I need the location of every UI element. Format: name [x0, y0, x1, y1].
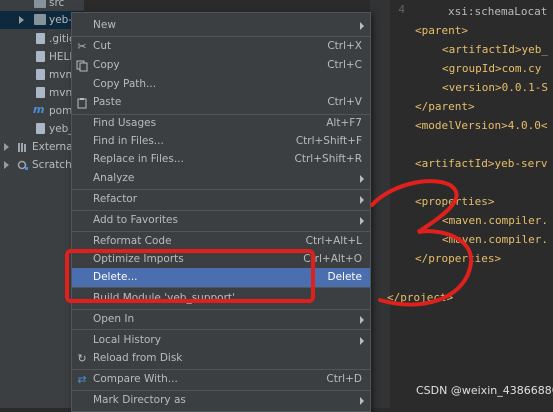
code-line: <version>0.0.1-S — [442, 81, 548, 94]
code-line: </parent> — [415, 100, 475, 113]
scratch-icon — [17, 159, 29, 170]
reload-icon: ↻ — [77, 352, 87, 365]
paste-icon — [76, 97, 88, 109]
menu-item-reformat-code[interactable]: Reformat Code Ctrl+Alt+L — [72, 232, 370, 251]
folder-icon — [34, 14, 46, 25]
code-line: </project> — [387, 291, 454, 304]
code-line: <modelVersion>4.0.0< — [415, 119, 548, 132]
code-line: <maven.compiler. — [442, 233, 548, 246]
menu-item-replace-in-files[interactable]: Replace in Files... Ctrl+Shift+R — [72, 150, 370, 169]
menu-item-new[interactable]: New — [72, 16, 370, 35]
menu-item-local-history[interactable]: Local History — [72, 331, 370, 350]
menu-separator — [72, 287, 370, 288]
file-icon — [36, 123, 45, 134]
code-line: <properties> — [415, 195, 495, 208]
menu-item-compare-with[interactable]: ⇄ Compare With... Ctrl+D — [72, 370, 370, 389]
file-icon — [36, 33, 45, 44]
folder-icon — [34, 0, 46, 8]
code-line: <artifactId>yeb_ — [442, 43, 548, 56]
submenu-arrow-icon — [360, 337, 364, 345]
expand-arrow-icon[interactable] — [4, 143, 9, 151]
file-icon — [36, 51, 45, 62]
scissors-icon: ✂ — [77, 40, 87, 53]
menu-item-mark-directory-as[interactable]: Mark Directory as — [72, 391, 370, 410]
code-line: <groupId>com.cy — [442, 62, 542, 75]
menu-item-refactor[interactable]: Refactor — [72, 190, 370, 209]
file-icon — [36, 87, 45, 98]
code-line: <maven.compiler. — [442, 214, 548, 227]
editor-gutter — [370, 0, 390, 408]
copy-icon — [76, 60, 88, 72]
menu-item-copy-path[interactable]: Copy Path... — [72, 75, 370, 94]
watermark: CSDN @weixin_43866880 — [416, 384, 553, 397]
menu-item-find-in-files[interactable]: Find in Files... Ctrl+Shift+F — [72, 132, 370, 151]
code-line: xsi:schemaLocat — [448, 5, 548, 18]
menu-item-analyze[interactable]: Analyze — [72, 169, 370, 188]
file-icon — [36, 69, 45, 80]
maven-icon: m — [33, 103, 45, 116]
expand-arrow-icon[interactable] — [4, 161, 9, 169]
menu-item-open-in[interactable]: Open In — [72, 310, 370, 329]
code-line: <artifactId>yeb-serv — [415, 157, 548, 170]
menu-item-reload-from-disk[interactable]: ↻ Reload from Disk — [72, 349, 370, 368]
menu-item-paste[interactable]: Paste Ctrl+V — [72, 93, 370, 112]
submenu-arrow-icon — [360, 397, 364, 405]
menu-item-build-module[interactable]: Build Module 'yeb_support' — [72, 289, 370, 308]
line-number: 4 — [398, 3, 405, 16]
menu-separator — [72, 329, 370, 330]
code-line: <parent> — [415, 24, 468, 37]
menu-item-delete[interactable]: Delete... Delete — [72, 268, 370, 287]
submenu-arrow-icon — [360, 22, 364, 30]
menu-item-cut[interactable]: ✂ Cut Ctrl+X — [72, 37, 370, 56]
expand-arrow-icon[interactable] — [19, 16, 24, 24]
submenu-arrow-icon — [360, 196, 364, 204]
menu-item-copy[interactable]: Copy Ctrl+C — [72, 56, 370, 75]
submenu-arrow-icon — [360, 217, 364, 225]
library-icon — [17, 141, 29, 152]
code-editor[interactable]: 4 xsi:schemaLocat <parent> <artifactId>y… — [370, 0, 553, 408]
menu-item-optimize-imports[interactable]: Optimize Imports Ctrl+Alt+O — [72, 250, 370, 269]
submenu-arrow-icon — [360, 175, 364, 183]
context-menu: New ✂ Cut Ctrl+X Copy Ctrl+C Copy Path..… — [71, 12, 371, 412]
code-line: </properties> — [415, 252, 502, 265]
menu-item-find-usages[interactable]: Find Usages Alt+F7 — [72, 114, 370, 133]
menu-item-add-to-favorites[interactable]: Add to Favorites — [72, 211, 370, 230]
compare-arrows-icon: ⇄ — [77, 373, 87, 386]
submenu-arrow-icon — [360, 316, 364, 324]
